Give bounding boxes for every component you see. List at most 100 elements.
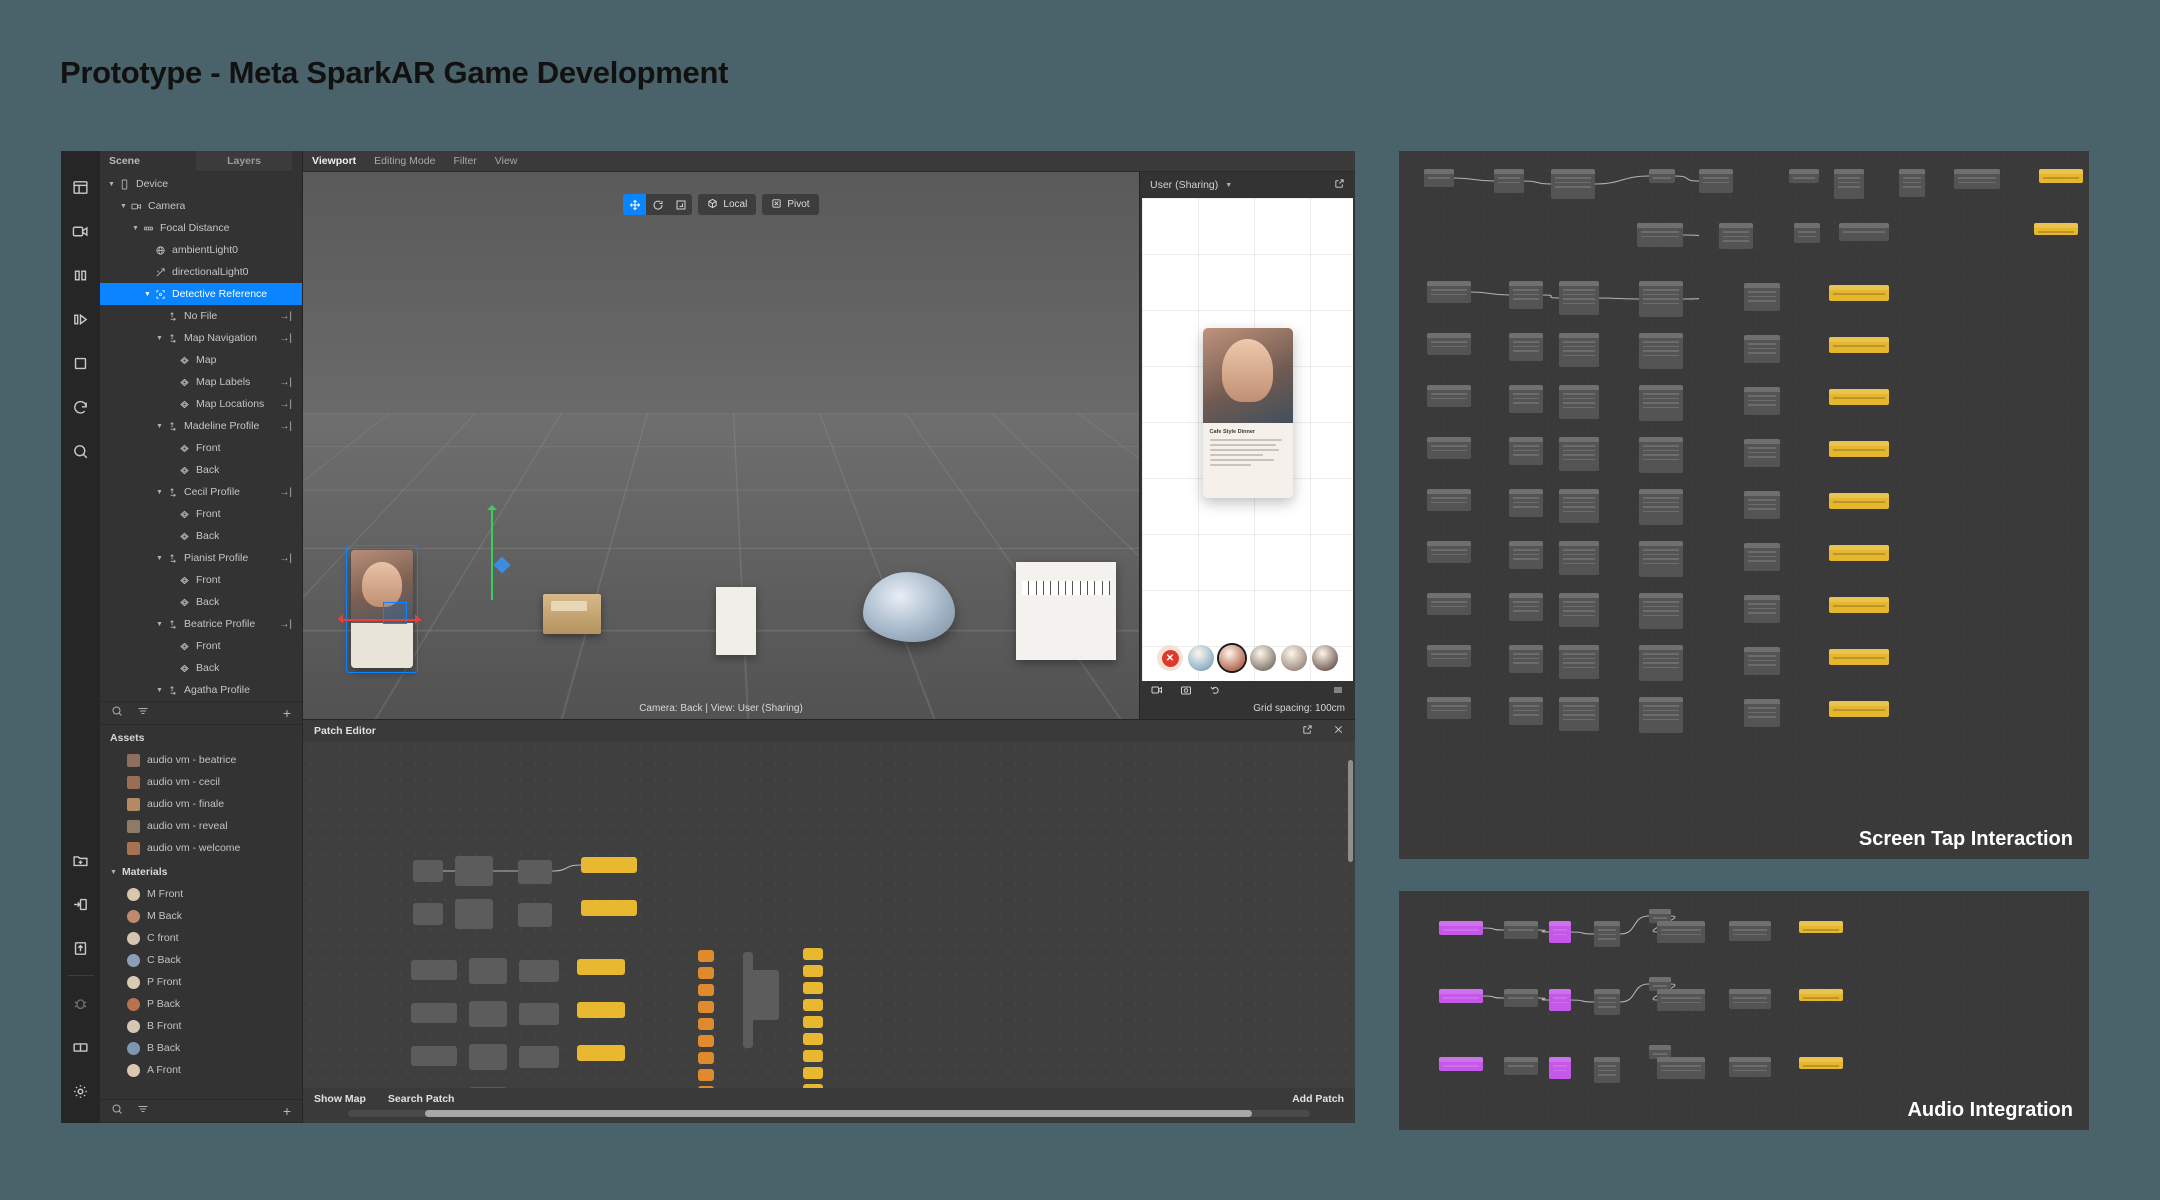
patch-node[interactable] <box>1504 921 1538 939</box>
patch-node[interactable] <box>698 1052 714 1064</box>
patch-node[interactable] <box>1549 1057 1571 1079</box>
tab-layers[interactable]: Layers <box>196 151 292 171</box>
refresh-icon[interactable] <box>66 385 96 429</box>
chevron-down-icon[interactable]: ▼ <box>1225 182 1232 189</box>
coordinate-space-button[interactable]: Local <box>698 194 757 215</box>
add-folder-icon[interactable] <box>66 838 96 882</box>
patch-node[interactable] <box>698 950 714 962</box>
filter-icon[interactable] <box>137 1102 149 1120</box>
patch-node[interactable] <box>743 952 753 1048</box>
patch-node[interactable] <box>1559 593 1599 627</box>
disclosure-triangle[interactable]: ▼ <box>154 555 165 562</box>
material-item[interactable]: A Front <box>100 1059 302 1081</box>
tree-item-ambientlight0[interactable]: ambientLight0 <box>100 239 302 261</box>
patch-node[interactable] <box>1744 491 1780 519</box>
bug-icon[interactable] <box>66 981 96 1025</box>
patch-node[interactable] <box>1729 1057 1771 1077</box>
patch-node[interactable] <box>469 1001 507 1027</box>
patch-node[interactable] <box>1594 921 1620 947</box>
patch-node[interactable] <box>469 1044 507 1070</box>
patch-node[interactable] <box>1509 697 1543 725</box>
material-item[interactable]: C front <box>100 927 302 949</box>
patch-node[interactable] <box>1594 1057 1620 1083</box>
patch-node[interactable] <box>1427 697 1471 719</box>
disclosure-triangle[interactable]: ▼ <box>154 687 165 694</box>
play-step-icon[interactable] <box>66 297 96 341</box>
patch-node[interactable] <box>2034 223 2078 235</box>
patch-node[interactable] <box>698 1035 714 1047</box>
patch-node[interactable] <box>2039 169 2083 183</box>
tree-item-no-file[interactable]: No File →| <box>100 305 302 327</box>
disclosure-triangle[interactable]: ▼ <box>154 423 165 430</box>
tab-scene[interactable]: Scene <box>100 151 196 171</box>
patch-canvas[interactable] <box>303 742 1355 1088</box>
patch-node[interactable] <box>1427 333 1471 355</box>
asset-item[interactable]: audio vm - reveal <box>100 815 302 837</box>
visibility-toggle[interactable]: →| <box>279 487 292 498</box>
patch-node[interactable] <box>1549 921 1571 943</box>
import-icon[interactable] <box>66 882 96 926</box>
patch-node[interactable] <box>1744 699 1780 727</box>
material-item[interactable]: M Back <box>100 905 302 927</box>
asset-item[interactable]: audio vm - cecil <box>100 771 302 793</box>
patch-node[interactable] <box>1799 921 1843 933</box>
patch-node[interactable] <box>1954 169 2000 189</box>
tree-item-cecil-profile[interactable]: ▼ Cecil Profile →| <box>100 481 302 503</box>
patch-node[interactable] <box>1427 437 1471 459</box>
patch-node[interactable] <box>1509 489 1543 517</box>
tree-item-beatrice-profile[interactable]: ▼ Beatrice Profile →| <box>100 613 302 635</box>
patch-node[interactable] <box>1509 333 1543 361</box>
material-item[interactable]: C Back <box>100 949 302 971</box>
patch-node[interactable] <box>577 1002 625 1018</box>
add-patch-button[interactable]: Add Patch <box>1292 1093 1344 1105</box>
patch-node[interactable] <box>1829 441 1889 457</box>
patch-node[interactable] <box>1559 541 1599 575</box>
patch-node[interactable] <box>1639 541 1683 577</box>
patch-node[interactable] <box>803 965 823 977</box>
patch-node[interactable] <box>698 1018 714 1030</box>
patch-node[interactable] <box>519 1046 559 1068</box>
patch-node[interactable] <box>1509 541 1543 569</box>
material-item[interactable]: B Back <box>100 1037 302 1059</box>
patch-node[interactable] <box>1829 389 1889 405</box>
patch-node[interactable] <box>1729 921 1771 941</box>
asset-item[interactable]: audio vm - beatrice <box>100 749 302 771</box>
menu-editing-mode[interactable]: Editing Mode <box>374 155 435 167</box>
patch-node[interactable] <box>1639 489 1683 525</box>
pause-icon[interactable] <box>66 253 96 297</box>
patch-node[interactable] <box>518 903 552 927</box>
material-item[interactable]: B Front <box>100 1015 302 1037</box>
export-icon[interactable] <box>66 926 96 970</box>
patch-node[interactable] <box>581 857 637 873</box>
patch-node[interactable] <box>469 1087 507 1088</box>
patch-node[interactable] <box>1559 437 1599 471</box>
patch-node[interactable] <box>1744 595 1780 623</box>
patch-node[interactable] <box>1551 169 1595 199</box>
patch-node[interactable] <box>1559 697 1599 731</box>
visibility-toggle[interactable]: →| <box>279 377 292 388</box>
patch-node[interactable] <box>411 1046 457 1066</box>
avatar-map[interactable] <box>1188 645 1214 671</box>
tree-item-detective-reference[interactable]: ▼ Detective Reference <box>100 283 302 305</box>
patch-node[interactable] <box>1639 385 1683 421</box>
patch-node[interactable] <box>1594 989 1620 1015</box>
patch-node[interactable] <box>1549 989 1571 1011</box>
patch-node[interactable] <box>1899 169 1925 197</box>
search-patch-button[interactable]: Search Patch <box>388 1093 455 1105</box>
scale-tool[interactable] <box>669 194 692 215</box>
patch-node[interactable] <box>1829 493 1889 509</box>
patch-node[interactable] <box>1839 223 1889 241</box>
move-tool[interactable] <box>623 194 647 215</box>
chevron-down-icon[interactable]: ▼ <box>110 869 117 876</box>
patch-node[interactable] <box>803 999 823 1011</box>
reload-icon[interactable] <box>1209 683 1221 701</box>
patch-node[interactable] <box>1744 647 1780 675</box>
add-asset-button[interactable]: + <box>283 1104 291 1118</box>
patch-vertical-scrollbar[interactable] <box>1348 746 1353 1087</box>
patch-node[interactable] <box>1744 283 1780 311</box>
patch-node[interactable] <box>1699 169 1733 193</box>
patch-node[interactable] <box>1639 281 1683 317</box>
camera-icon[interactable] <box>66 209 96 253</box>
tree-item-back[interactable]: Back <box>100 525 302 547</box>
patch-horizontal-scrollbar[interactable] <box>348 1110 1310 1117</box>
